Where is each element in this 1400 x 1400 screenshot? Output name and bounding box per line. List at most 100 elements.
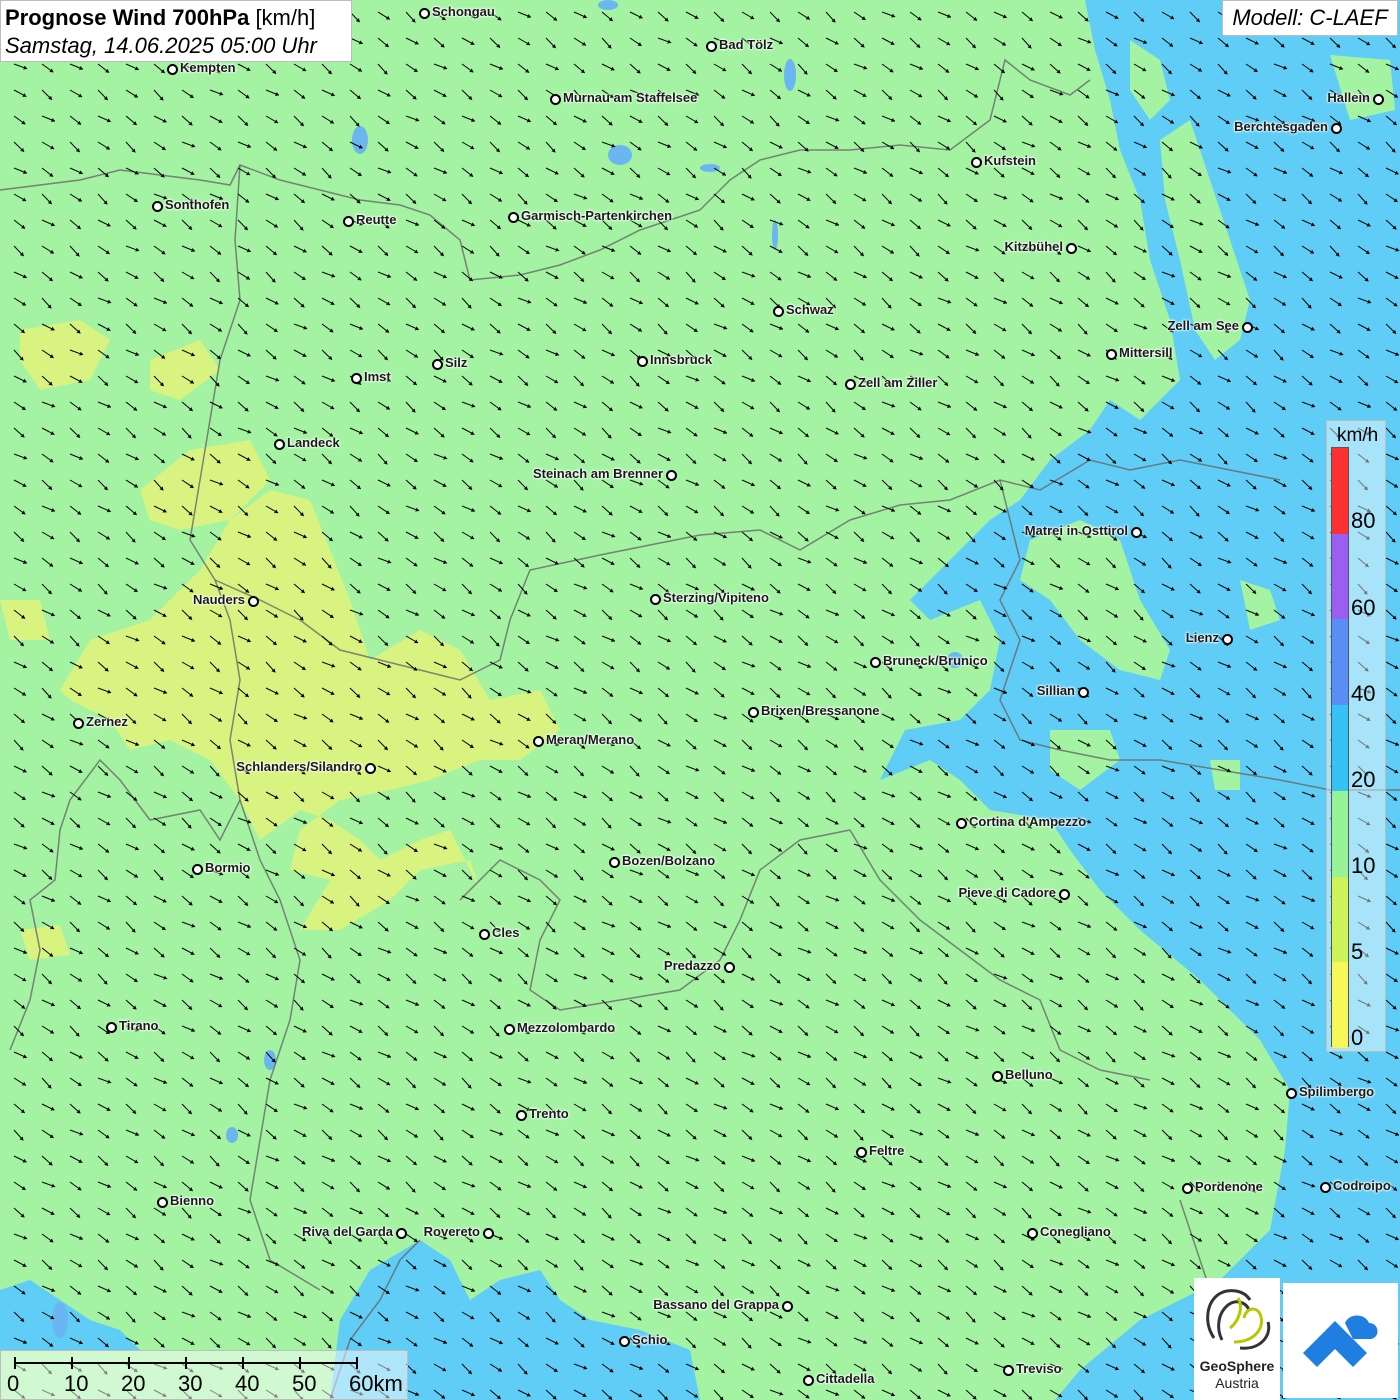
wind-arrow-icon [545, 1337, 559, 1345]
city-name: Sonthofen [165, 197, 230, 212]
wind-arrow-icon [909, 63, 924, 70]
wind-arrow-icon [741, 1181, 755, 1190]
wind-arrow-icon [1021, 791, 1034, 802]
wind-arrow-icon [181, 1207, 192, 1219]
wind-arrow-icon [265, 1207, 278, 1217]
wind-arrow-icon [517, 193, 528, 205]
wind-arrow-icon [1385, 609, 1397, 620]
wind-arrow-icon [769, 1025, 783, 1034]
wind-arrow-icon [601, 661, 615, 670]
wind-arrow-icon [881, 557, 894, 568]
wind-arrow-icon [1133, 635, 1147, 643]
wind-arrow-icon [125, 1103, 137, 1115]
wind-arrow-icon [69, 869, 83, 878]
wind-arrow-icon [1049, 999, 1063, 1008]
wind-arrow-icon [909, 765, 923, 774]
wind-arrow-icon [853, 687, 867, 696]
wind-arrow-icon [321, 1181, 335, 1190]
wind-arrow-icon [237, 323, 248, 335]
wind-arrow-icon [825, 843, 838, 853]
wind-arrow-icon [769, 1207, 783, 1215]
wind-arrow-icon [489, 531, 501, 543]
wind-arrow-icon [517, 609, 531, 617]
wind-arrow-icon [713, 1051, 726, 1061]
wind-arrow-icon [1021, 219, 1033, 231]
wind-arrow-icon [657, 895, 669, 907]
wind-arrow-icon [1133, 869, 1146, 880]
wind-map[interactable]: Schongau Bad Tölz Kempten Murnau am Staffel… [0, 0, 1400, 1400]
wind-arrow-icon [741, 1337, 752, 1349]
legend-tick-label: 60 [1351, 595, 1376, 620]
wind-arrow-icon [853, 1207, 865, 1218]
wind-arrow-icon [1077, 323, 1088, 335]
wind-arrow-icon [377, 843, 388, 855]
city-name: Trento [529, 1106, 569, 1121]
wind-arrow-icon [1245, 843, 1258, 853]
wind-arrow-icon [881, 999, 895, 1007]
wind-arrow-icon [1189, 791, 1201, 803]
wind-arrow-icon [629, 1259, 644, 1266]
wind-arrow-icon [13, 193, 27, 202]
wind-arrow-icon [1105, 817, 1118, 827]
wind-arrow-icon [349, 1311, 363, 1319]
wind-arrow-icon [685, 1233, 697, 1245]
legend-color-segment [1332, 448, 1348, 534]
wind-arrow-icon [321, 869, 335, 877]
wind-arrow-icon [993, 765, 1005, 777]
wind-arrow-icon [1077, 271, 1091, 280]
wind-arrow-icon [769, 999, 784, 1006]
wind-arrow-icon [797, 245, 809, 257]
wind-arrow-icon [909, 1285, 922, 1296]
wind-arrow-icon [181, 167, 195, 176]
wind-arrow-icon [181, 1259, 194, 1269]
wind-arrow-icon [13, 531, 25, 543]
wind-arrow-icon [1217, 687, 1231, 696]
wind-arrow-icon [965, 245, 980, 252]
city-name: Nauders [192, 592, 245, 607]
wind-arrow-icon [377, 999, 390, 1009]
wind-arrow-icon [461, 1103, 475, 1111]
wind-arrow-icon [125, 583, 138, 593]
wind-arrow-icon [405, 141, 419, 150]
wind-arrow-icon [1385, 89, 1399, 98]
wind-arrow-icon [41, 739, 54, 749]
wind-arrow-icon [13, 323, 26, 334]
wind-arrow-icon [69, 921, 81, 933]
wind-arrow-icon [545, 453, 559, 461]
wind-arrow-icon [1189, 531, 1203, 539]
wind-arrow-icon [1161, 479, 1175, 487]
wind-arrow-icon [1161, 63, 1173, 75]
wind-arrow-icon [601, 1233, 615, 1241]
wind-arrow-icon [125, 791, 138, 802]
wind-arrow-icon [881, 609, 895, 617]
wind-arrow-icon [489, 999, 502, 1010]
scale-label: 30 [178, 1371, 203, 1396]
wind-arrow-icon [1161, 141, 1174, 152]
wind-arrow-icon [685, 427, 698, 437]
wind-arrow-icon [573, 947, 585, 958]
wind-arrow-icon [1245, 869, 1257, 880]
wind-arrow-icon [293, 713, 308, 720]
wind-arrow-icon [461, 609, 475, 617]
wind-arrow-icon [993, 713, 1007, 722]
wind-arrow-icon [601, 1051, 615, 1060]
wind-arrow-icon [1273, 765, 1287, 773]
city-name: Mittersill [1119, 345, 1173, 360]
wind-arrow-icon [1385, 271, 1399, 280]
wind-arrow-icon [405, 895, 420, 902]
wind-arrow-icon [461, 63, 474, 73]
wind-arrow-icon [545, 115, 558, 126]
wind-arrow-icon [769, 1363, 781, 1374]
wind-arrow-icon [97, 141, 111, 150]
wind-arrow-icon [293, 453, 307, 462]
wind-arrow-icon [517, 895, 531, 903]
wind-arrow-icon [685, 531, 698, 542]
wind-arrow-icon [1105, 323, 1118, 333]
wind-arrow-icon [937, 583, 948, 595]
wind-arrow-icon [881, 297, 892, 309]
wind-arrow-icon [1301, 817, 1315, 826]
wind-arrow-icon [545, 661, 559, 670]
wind-arrow-icon [209, 1207, 222, 1217]
wind-arrow-icon [685, 557, 697, 569]
wind-arrow-icon [265, 219, 279, 228]
